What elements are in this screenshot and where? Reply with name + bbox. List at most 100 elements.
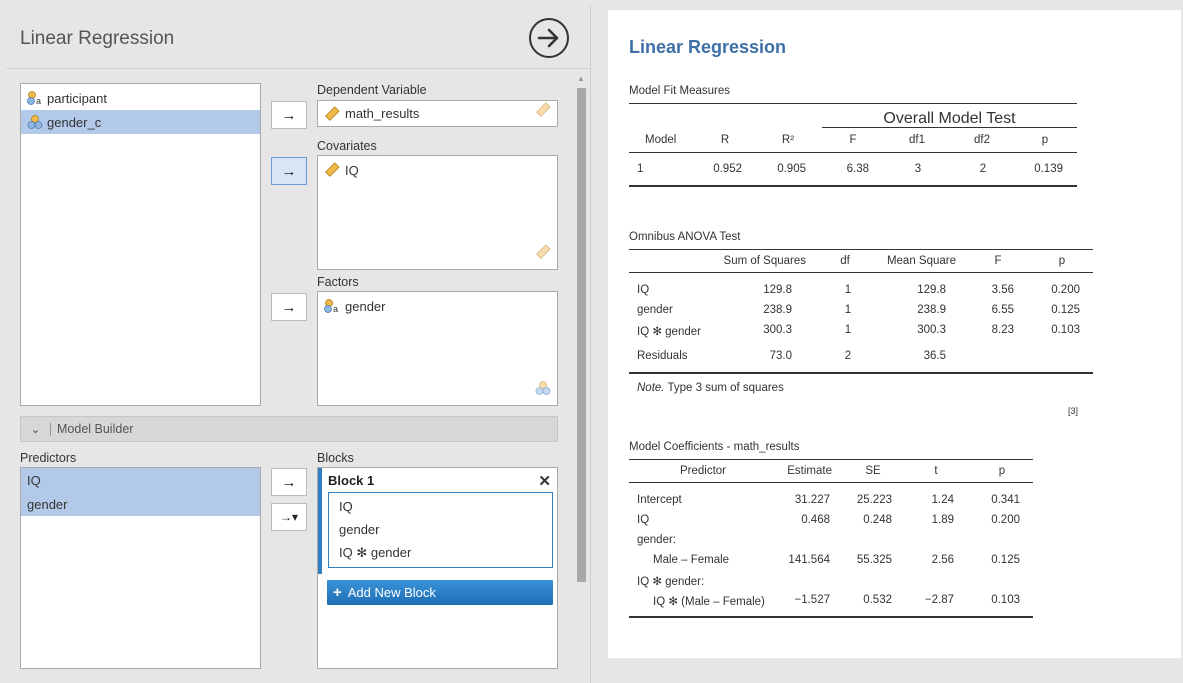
col-header: Sum of Squares [723, 255, 806, 267]
arrow-right-icon: → [281, 298, 297, 316]
cell: 55.325 [856, 554, 892, 566]
cell: 3 [914, 163, 922, 175]
col-header: R² [781, 134, 795, 146]
covariate-label: IQ [345, 162, 359, 178]
cell: 0.125 [1051, 304, 1080, 316]
cell: 238.9 [763, 304, 792, 316]
cell: 0.248 [863, 514, 892, 526]
variable-label: participant [47, 90, 107, 106]
cell: 1 [844, 284, 852, 296]
row-label: Residuals [637, 350, 688, 362]
factors-label: Factors [317, 275, 359, 289]
variables-list[interactable]: a participant gender_c [20, 83, 261, 406]
factors-field[interactable]: a gender [317, 291, 558, 406]
row-label: IQ [637, 514, 650, 526]
move-to-covariates-button[interactable]: → [271, 157, 307, 185]
continuous-ruler-icon [324, 162, 340, 178]
cell: 25.223 [856, 494, 892, 506]
cell: 2 [979, 163, 987, 175]
cell: 141.564 [788, 554, 830, 566]
cell: 3.56 [991, 284, 1014, 296]
scroll-up-icon[interactable]: ▲ [577, 74, 585, 83]
row-label: IQ [637, 284, 650, 296]
row-label: Male – Female [653, 554, 730, 566]
nominal-icon [27, 114, 43, 130]
col-header: SE [865, 465, 881, 477]
table-rule [822, 127, 1077, 128]
block-term[interactable]: IQ [329, 495, 552, 518]
cell: 31.227 [794, 494, 830, 506]
svg-text:a: a [36, 96, 41, 106]
add-term-button[interactable]: → [271, 468, 307, 496]
add-new-block-button[interactable]: + Add New Block [327, 580, 553, 605]
col-header: df2 [974, 134, 990, 146]
add-interaction-dropdown-button[interactable]: →▾ [271, 503, 307, 531]
covariates-label: Covariates [317, 139, 377, 153]
col-header: t [934, 465, 938, 477]
cell: 0.905 [777, 163, 806, 175]
svg-text:a: a [333, 304, 338, 314]
covariates-field[interactable]: IQ [317, 155, 558, 270]
move-to-factors-button[interactable]: → [271, 293, 307, 321]
col-header: p [1058, 255, 1066, 267]
continuous-ruler-icon [324, 105, 340, 122]
reference-marker[interactable]: [3] [1068, 406, 1078, 416]
predictors-list[interactable]: IQ gender [20, 467, 261, 669]
cell: 73.0 [769, 350, 792, 362]
predictors-label: Predictors [20, 451, 77, 465]
cell: −1.527 [794, 594, 831, 606]
factor-item[interactable]: a gender [318, 294, 557, 318]
chevron-down-icon: ⌄ [21, 422, 51, 436]
cell: 36.5 [923, 350, 946, 362]
cell: 129.8 [763, 284, 792, 296]
nominal-icon [535, 380, 551, 401]
close-icon[interactable]: ✕ [538, 472, 551, 490]
cell: 0.139 [1034, 163, 1063, 175]
continuous-ruler-icon [535, 244, 551, 265]
predictor-item[interactable]: IQ [21, 468, 260, 492]
table-rule [629, 185, 1077, 187]
blocks-container: Block 1 ✕ IQ gender IQ ✻ gender + Add Ne… [317, 467, 558, 669]
cell: 1.89 [931, 514, 954, 526]
block-title: Block 1 [328, 473, 375, 488]
variable-item-gender-c[interactable]: gender_c [21, 110, 260, 134]
cell: 1 [844, 304, 852, 316]
cell: −2.87 [924, 594, 954, 606]
block-terms-list[interactable]: IQ gender IQ ✻ gender [328, 492, 553, 568]
predictor-item[interactable]: gender [21, 492, 260, 516]
table-rule [629, 616, 1033, 618]
predictor-label: gender [27, 496, 68, 512]
arrow-dropdown-icon: →▾ [279, 510, 299, 524]
table-rule [629, 272, 1093, 273]
nominal-text-icon: a [27, 90, 43, 106]
table-rule [629, 249, 1093, 250]
scrollbar-thumb[interactable] [577, 88, 586, 582]
dependent-variable-field[interactable]: math_results [317, 100, 558, 127]
model-builder-toggle[interactable]: ⌄ Model Builder [20, 416, 558, 442]
block-term[interactable]: gender [329, 518, 552, 541]
cell: 1.24 [931, 494, 954, 506]
run-analysis-button[interactable] [529, 18, 569, 58]
covariate-item[interactable]: IQ [318, 158, 557, 182]
options-scrollbar[interactable]: ▲ [574, 70, 588, 683]
variable-item-participant[interactable]: a participant [21, 86, 260, 110]
col-header: Model [645, 134, 677, 146]
analysis-options-panel: Linear Regression a participant gender_c… [6, 6, 591, 683]
note-text: Type 3 sum of squares [664, 382, 784, 394]
cell: 1 [637, 163, 644, 175]
predictor-label: IQ [27, 472, 41, 488]
cell: 0.468 [801, 514, 830, 526]
move-to-dependent-button[interactable]: → [271, 101, 307, 129]
col-header: p [1041, 134, 1049, 146]
cell: 238.9 [917, 304, 946, 316]
col-header: p [998, 465, 1006, 477]
panel-title: Linear Regression [20, 28, 175, 49]
nominal-text-icon: a [324, 298, 340, 314]
cell: 2 [844, 350, 852, 362]
table-rule [629, 152, 1077, 153]
table-rule [629, 103, 1077, 104]
model-fit-label: Model Fit Measures [629, 85, 730, 97]
cell: 0.103 [991, 594, 1020, 606]
cell: 8.23 [991, 324, 1014, 336]
block-term[interactable]: IQ ✻ gender [329, 541, 552, 564]
